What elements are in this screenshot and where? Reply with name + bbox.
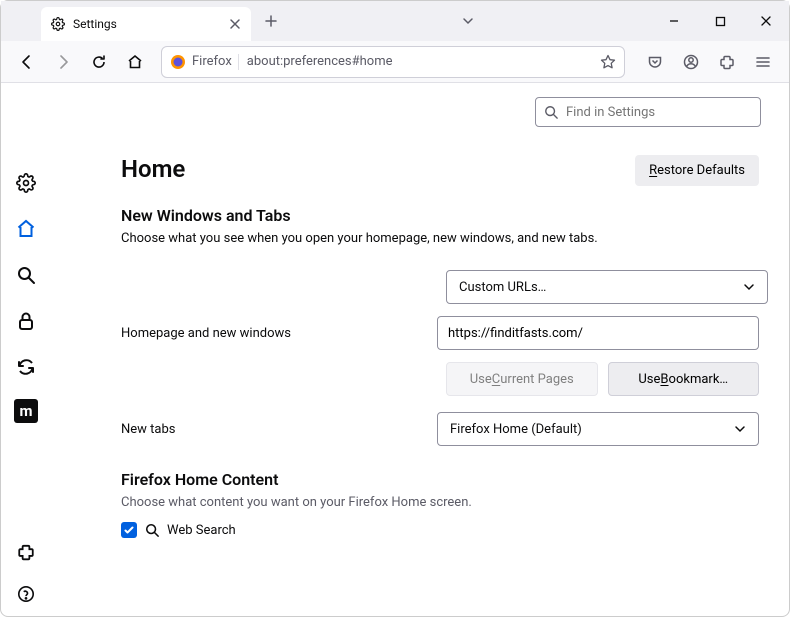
extensions-button[interactable] <box>711 46 743 78</box>
sidebar-item-more[interactable]: m <box>14 399 38 423</box>
forward-button[interactable] <box>47 46 79 78</box>
newtabs-select[interactable]: Firefox Home (Default) <box>437 412 759 446</box>
tabs-dropdown-button[interactable] <box>450 1 486 41</box>
site-identity[interactable]: Firefox <box>170 54 239 70</box>
bookmark-star-icon[interactable] <box>600 54 616 70</box>
url-bar[interactable]: Firefox about:preferences#home <box>161 46 625 78</box>
account-button[interactable] <box>675 46 707 78</box>
page-title: Home <box>121 155 185 183</box>
sidebar-item-privacy[interactable] <box>12 307 40 335</box>
search-icon <box>544 105 558 119</box>
use-bookmark-button[interactable]: Use Bookmark… <box>608 362 760 396</box>
section-new-windows-title: New Windows and Tabs <box>121 206 759 225</box>
section-new-windows-desc: Choose what you see when you open your h… <box>121 231 759 246</box>
sidebar-item-sync[interactable] <box>12 353 40 381</box>
identity-label: Firefox <box>192 54 232 69</box>
sidebar-item-search[interactable] <box>12 261 40 289</box>
close-tab-icon[interactable] <box>229 18 241 30</box>
sidebar-item-general[interactable] <box>12 169 40 197</box>
newtabs-select-value: Firefox Home (Default) <box>450 422 582 437</box>
pocket-button[interactable] <box>639 46 671 78</box>
chevron-down-icon <box>734 423 746 435</box>
sidebar-item-home[interactable] <box>12 215 40 243</box>
gear-icon <box>51 17 65 31</box>
reload-button[interactable] <box>83 46 115 78</box>
section-home-content-title: Firefox Home Content <box>121 470 759 489</box>
firefox-logo-icon <box>170 54 186 70</box>
newtabs-label: New tabs <box>121 422 437 437</box>
settings-sidebar: m <box>1 83 51 618</box>
homepage-mode-value: Custom URLs… <box>459 280 546 295</box>
back-button[interactable] <box>11 46 43 78</box>
navigation-toolbar: Firefox about:preferences#home <box>1 41 789 83</box>
title-bar: Settings <box>1 1 789 41</box>
find-in-settings-input[interactable] <box>566 105 752 120</box>
url-text: about:preferences#home <box>247 54 592 69</box>
homepage-label: Homepage and new windows <box>121 326 437 341</box>
settings-main-panel: Home Restore Defaults New Windows and Ta… <box>51 83 789 618</box>
sidebar-item-extensions[interactable] <box>12 538 40 566</box>
web-search-label: Web Search <box>167 523 236 538</box>
homepage-url-input[interactable] <box>437 316 759 350</box>
sidebar-item-help[interactable] <box>12 580 40 608</box>
window-minimize-button[interactable] <box>651 1 697 41</box>
window-close-button[interactable] <box>743 1 789 41</box>
window-maximize-button[interactable] <box>697 1 743 41</box>
use-current-pages-button[interactable]: Use Current Pages <box>446 362 598 396</box>
restore-defaults-button[interactable]: Restore Defaults <box>635 155 759 186</box>
home-button[interactable] <box>119 46 151 78</box>
section-home-content-desc: Choose what content you want on your Fir… <box>121 495 759 510</box>
homepage-mode-select[interactable]: Custom URLs… <box>446 270 768 304</box>
menu-button[interactable] <box>747 46 779 78</box>
search-icon <box>145 523 159 537</box>
new-tab-button[interactable] <box>257 7 285 35</box>
tab-title: Settings <box>73 17 117 31</box>
chevron-down-icon <box>743 281 755 293</box>
web-search-checkbox[interactable] <box>121 522 137 538</box>
browser-tab[interactable]: Settings <box>41 7 251 41</box>
find-in-settings[interactable] <box>535 97 761 127</box>
